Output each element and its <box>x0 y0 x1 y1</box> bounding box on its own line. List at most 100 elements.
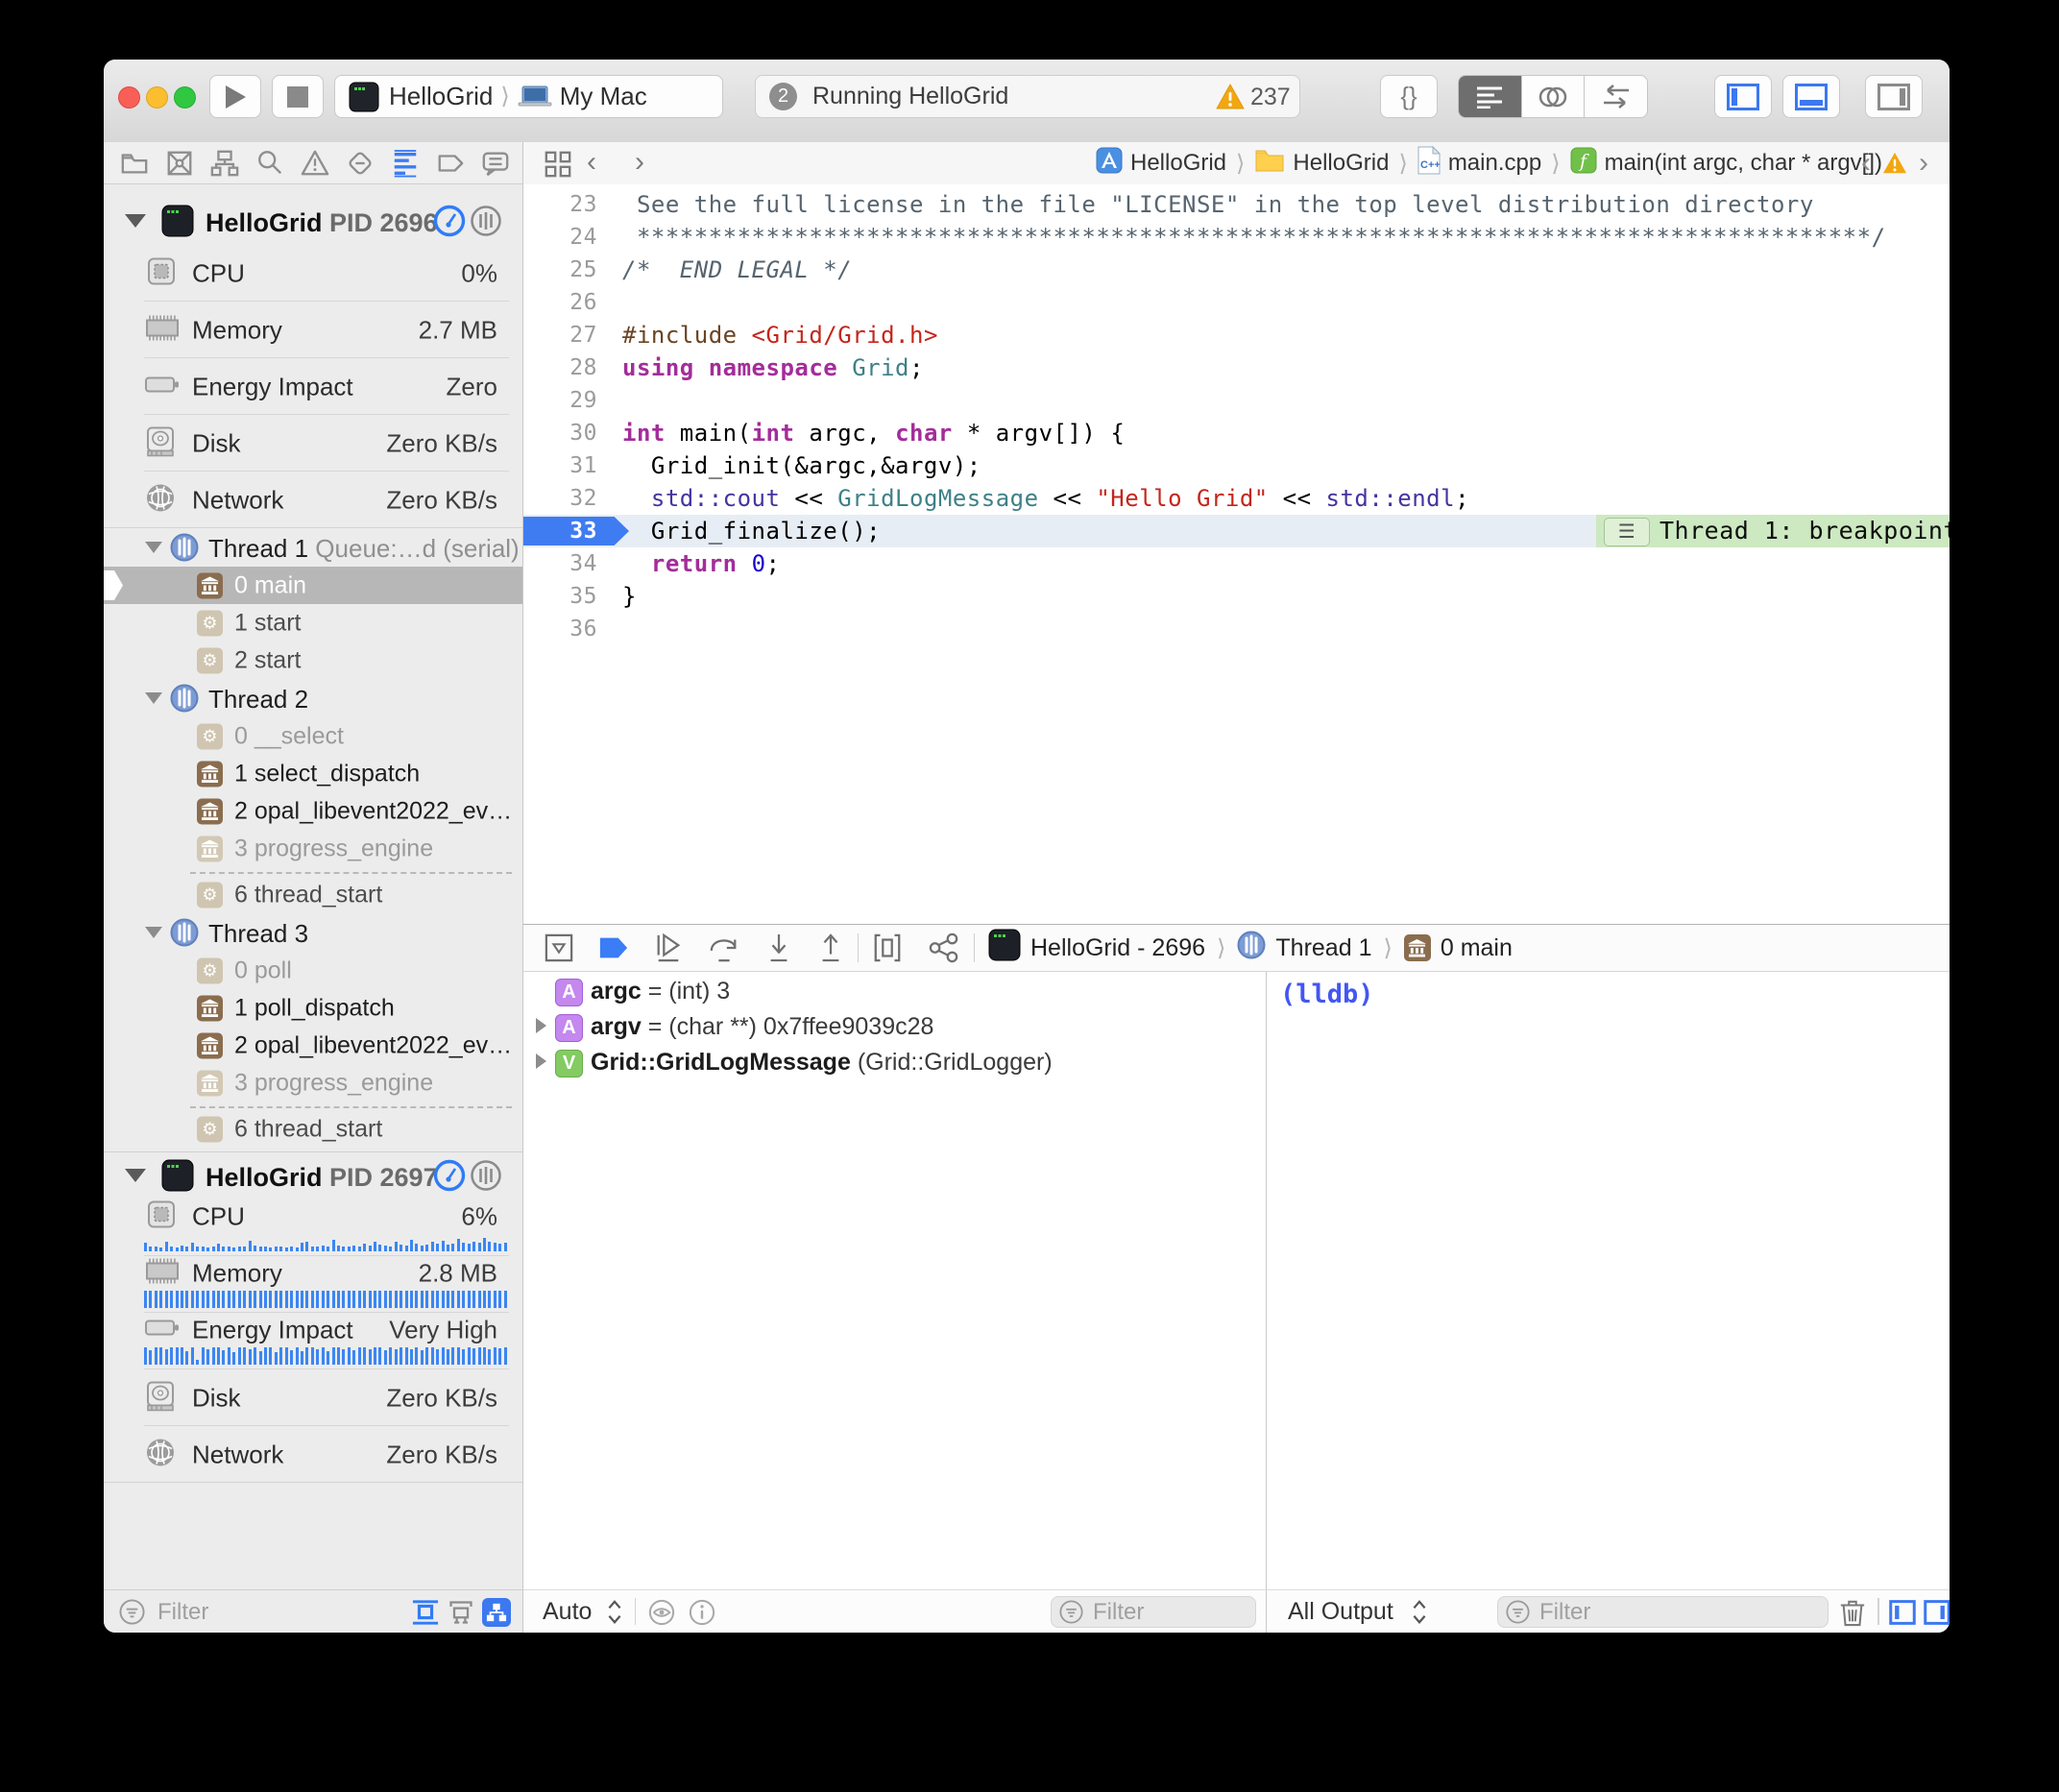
stack-frame-row[interactable]: 2 opal_libevent2022_ev… <box>104 792 523 830</box>
console-filter-field[interactable] <box>1497 1596 1829 1628</box>
stack-frame-row[interactable]: 0 main <box>104 567 523 604</box>
filter-frames-icon[interactable] <box>448 1599 474 1626</box>
stepper-icon[interactable] <box>606 1599 623 1626</box>
quick-look-icon[interactable] <box>648 1599 675 1626</box>
issue-navigator-icon[interactable] <box>301 149 329 178</box>
gauge-row-cpu[interactable]: CPU 6% <box>104 1199 523 1256</box>
run-button[interactable] <box>209 75 261 118</box>
console-filter-input[interactable] <box>1538 1598 1791 1627</box>
annotation-menu-icon[interactable]: ☰ <box>1604 518 1650 546</box>
line-number[interactable]: 25 <box>523 254 597 286</box>
line-number[interactable]: 34 <box>523 547 597 580</box>
line-number[interactable]: 30 <box>523 417 597 449</box>
minimize-window-button[interactable] <box>146 86 168 109</box>
line-number[interactable]: 31 <box>523 449 597 482</box>
view-hierarchy-button[interactable] <box>872 932 903 963</box>
line-number[interactable]: 28 <box>523 351 597 384</box>
breadcrumb-item[interactable]: HelloGrid <box>1096 147 1226 181</box>
stack-frame-row[interactable]: 3 progress_engine <box>104 1064 523 1102</box>
disclosure-triangle[interactable] <box>125 1169 146 1182</box>
disclosure-triangle[interactable] <box>536 1053 546 1069</box>
previous-issue-button[interactable]: ‹ <box>1861 147 1871 180</box>
thread-row[interactable]: Thread 3 <box>104 913 523 952</box>
gauge-row-memory[interactable]: Memory 2.8 MB <box>104 1256 523 1313</box>
gauge-row-network[interactable]: Network Zero KB/s <box>104 1426 523 1483</box>
line-number[interactable]: 36 <box>523 613 597 645</box>
console-view[interactable]: (lldb) <box>1266 972 1950 1589</box>
clear-console-button[interactable] <box>1839 1598 1866 1627</box>
variables-scope-select[interactable]: Auto <box>543 1598 592 1626</box>
toggle-console-view-button[interactable] <box>1924 1599 1950 1626</box>
line-number[interactable]: 27 <box>523 319 597 351</box>
thread-row[interactable]: Thread 1 Queue:…d (serial) <box>104 528 523 567</box>
line-number[interactable]: 23 <box>523 188 597 221</box>
stepper-icon[interactable] <box>1411 1599 1428 1626</box>
toggle-debug-area-button[interactable] <box>1782 75 1840 118</box>
close-window-button[interactable] <box>118 86 140 109</box>
source-editor[interactable]: 23 See the full license in the file "LIC… <box>523 184 1950 924</box>
related-items-icon[interactable] <box>544 150 572 179</box>
breakpoints-toggle-button[interactable] <box>598 935 629 960</box>
back-button[interactable]: ‹ <box>587 146 596 179</box>
stack-frame-row[interactable]: 2 opal_libevent2022_ev… <box>104 1027 523 1064</box>
activity-count-badge[interactable]: 2 <box>769 83 797 110</box>
assistant-editor-button[interactable] <box>1521 76 1585 117</box>
gauge-button[interactable] <box>433 205 466 242</box>
thread-row[interactable]: Thread 2 <box>104 679 523 717</box>
gauge-button[interactable] <box>433 1159 466 1197</box>
stack-frame-row[interactable]: 1 select_dispatch <box>104 755 523 792</box>
gauge-row-network[interactable]: Network Zero KB/s <box>104 472 523 528</box>
line-number[interactable]: 33 <box>523 515 597 547</box>
variable-row[interactable]: A argc = (int) 3 <box>523 974 1266 1009</box>
step-over-button[interactable] <box>708 932 740 963</box>
line-number[interactable]: 32 <box>523 482 597 515</box>
stack-frame-row[interactable]: ⚙ 2 start <box>104 642 523 679</box>
forward-button[interactable]: › <box>635 146 644 179</box>
step-out-button[interactable] <box>817 932 844 963</box>
filter-running-icon[interactable] <box>411 1599 440 1626</box>
gauge-row-energy-impact[interactable]: Energy Impact Very High <box>104 1313 523 1369</box>
line-number[interactable]: 35 <box>523 580 597 613</box>
line-number[interactable]: 29 <box>523 384 597 417</box>
breadcrumb-item[interactable]: C++main.cpp <box>1417 146 1541 182</box>
stack-frame-row[interactable]: ⚙ 1 start <box>104 604 523 642</box>
warning-count[interactable]: 237 <box>1250 84 1291 111</box>
line-number[interactable]: 26 <box>523 286 597 319</box>
standard-editor-button[interactable] <box>1459 76 1521 117</box>
variables-filter-input[interactable] <box>1091 1598 1229 1627</box>
navigator-filter-input[interactable] <box>156 1598 303 1627</box>
variables-filter-field[interactable] <box>1051 1596 1256 1628</box>
disclosure-triangle[interactable] <box>145 692 162 704</box>
disclosure-triangle[interactable] <box>145 542 162 553</box>
process-row[interactable]: HelloGrid PID 2697 <box>104 1155 523 1199</box>
variable-row[interactable]: A argv = (char **) 0x7ffee9039c28 <box>523 1009 1266 1045</box>
breadcrumb-item[interactable]: HelloGrid <box>1254 148 1389 180</box>
variables-view[interactable]: A argc = (int) 3 A argv = (char **) 0x7f… <box>523 972 1266 1589</box>
next-issue-button[interactable]: › <box>1919 147 1928 180</box>
stack-frame-row[interactable]: ⚙ 0 poll <box>104 952 523 989</box>
view-mode-button[interactable] <box>482 1598 511 1627</box>
pause-process-button[interactable] <box>470 1159 502 1197</box>
process-row[interactable]: HelloGrid PID 2696 <box>104 201 523 245</box>
disclosure-triangle[interactable] <box>145 927 162 938</box>
debug-navigator-icon[interactable] <box>391 149 420 178</box>
stack-frame-row[interactable]: ⚙ 6 thread_start <box>104 1110 523 1148</box>
stack-frame-row[interactable]: 1 poll_dispatch <box>104 989 523 1027</box>
stop-button[interactable] <box>272 75 324 118</box>
breakpoint-navigator-icon[interactable] <box>436 149 465 178</box>
breakpoint-annotation[interactable]: ☰ Thread 1: breakpoint 1.1 <box>1596 515 1950 547</box>
disclosure-triangle[interactable] <box>536 1018 546 1033</box>
continue-button[interactable] <box>654 932 683 963</box>
stack-frame-row[interactable]: ⚙ 0 __select <box>104 717 523 755</box>
code-snippets-button[interactable]: {} <box>1380 75 1438 118</box>
zoom-window-button[interactable] <box>174 86 196 109</box>
pause-process-button[interactable] <box>470 205 502 242</box>
source-control-navigator-icon[interactable] <box>165 149 194 178</box>
toggle-variables-view-button[interactable] <box>1889 1599 1916 1626</box>
gauge-row-memory[interactable]: Memory 2.7 MB <box>104 302 523 358</box>
version-editor-button[interactable] <box>1584 76 1647 117</box>
disclosure-triangle[interactable] <box>125 214 146 228</box>
gauge-row-energy-impact[interactable]: Energy Impact Zero <box>104 358 523 415</box>
gauge-row-disk[interactable]: Disk Zero KB/s <box>104 415 523 472</box>
step-into-button[interactable] <box>765 932 792 963</box>
